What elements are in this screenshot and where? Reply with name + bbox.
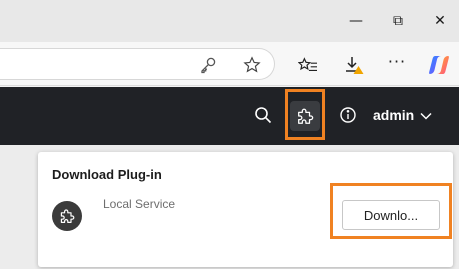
key-icon[interactable] [197, 54, 219, 76]
info-icon[interactable] [337, 104, 359, 126]
restore-button[interactable]: ⧉ [383, 8, 413, 34]
restore-icon: ⧉ [393, 13, 403, 29]
minimize-icon: — [349, 13, 363, 29]
copilot-icon[interactable] [428, 54, 450, 76]
plugin-button-highlight [285, 89, 325, 140]
user-menu[interactable]: admin [373, 104, 432, 126]
address-bar[interactable] [0, 48, 275, 80]
downloads-icon[interactable] [343, 54, 365, 76]
browser-title-bar: — ⧉ ✕ [0, 0, 459, 42]
card-title: Download Plug-in [52, 167, 162, 182]
screen: — ⧉ ✕ ··· admin Download Plug-in Local S… [0, 0, 459, 269]
more-dots: ··· [387, 52, 407, 71]
minimize-button[interactable]: — [341, 8, 371, 34]
plugin-avatar-icon [52, 201, 82, 231]
user-label: admin [373, 107, 415, 123]
chevron-down-icon [420, 107, 432, 123]
download-button-highlight [330, 183, 452, 239]
browser-toolbar: ··· [0, 42, 459, 86]
more-icon[interactable]: ··· [386, 54, 408, 76]
app-header: admin [0, 87, 459, 145]
service-name: Local Service [103, 197, 176, 211]
favorites-icon[interactable] [297, 54, 319, 76]
favorite-star-icon[interactable] [241, 54, 263, 76]
search-icon[interactable] [252, 104, 274, 126]
close-button[interactable]: ✕ [425, 8, 455, 34]
close-icon: ✕ [434, 13, 446, 29]
